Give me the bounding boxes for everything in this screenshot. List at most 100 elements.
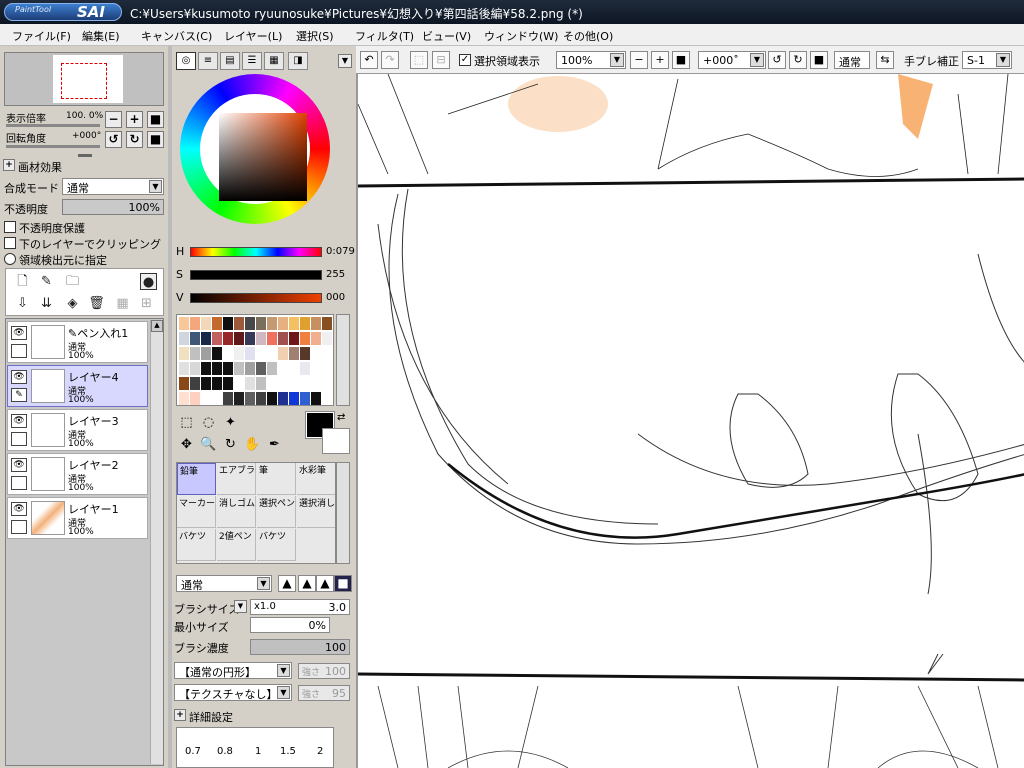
lock-toggle[interactable] bbox=[11, 344, 27, 358]
brush-pencil[interactable]: 鉛筆 bbox=[177, 463, 216, 495]
layer-row[interactable]: 👁 ✎ペン入れ1 通常 100% bbox=[7, 321, 148, 363]
brush-select-eraser[interactable]: 選択消し bbox=[297, 496, 335, 528]
color-swatch[interactable] bbox=[201, 332, 211, 345]
brush-bucket-2[interactable]: バケツ bbox=[257, 529, 296, 561]
new-folder-icon[interactable]: 🗀 bbox=[64, 273, 81, 290]
preset-value[interactable]: 2 bbox=[317, 746, 323, 757]
color-swatch[interactable] bbox=[300, 347, 310, 360]
color-swatch[interactable] bbox=[223, 377, 233, 390]
color-swatch[interactable] bbox=[234, 392, 244, 405]
blend-mode-select[interactable]: 通常 ▼ bbox=[62, 178, 164, 195]
layer-row[interactable]: 👁 レイヤー3 通常 100% bbox=[7, 409, 148, 451]
hand-icon[interactable]: ✋ bbox=[244, 436, 261, 453]
color-swatch[interactable] bbox=[300, 377, 310, 390]
color-swatch[interactable] bbox=[201, 362, 211, 375]
invert-select-icon[interactable]: ⊟ bbox=[432, 51, 450, 69]
color-swatch[interactable] bbox=[267, 362, 277, 375]
brush-bucket[interactable]: バケツ bbox=[177, 529, 216, 561]
brush-size-field[interactable]: x1.0 3.0 bbox=[250, 599, 350, 615]
mixer-tab[interactable]: ☰ bbox=[242, 52, 262, 70]
zoom-slider[interactable] bbox=[6, 124, 100, 127]
color-swatch[interactable] bbox=[278, 347, 288, 360]
color-swatch[interactable] bbox=[256, 317, 266, 330]
eye-icon[interactable]: 👁 bbox=[11, 502, 27, 516]
preset-value[interactable]: 1.5 bbox=[280, 746, 296, 757]
menu-other[interactable]: その他(O) bbox=[563, 28, 613, 44]
color-swatch[interactable] bbox=[201, 392, 211, 405]
color-swatch[interactable] bbox=[311, 362, 321, 375]
selection-visible-checkbox[interactable]: ✓ bbox=[459, 54, 471, 66]
magic-wand-icon[interactable]: ✦ bbox=[222, 414, 239, 431]
color-swatch[interactable] bbox=[256, 362, 266, 375]
value-slider[interactable] bbox=[190, 293, 322, 303]
lasso-icon[interactable]: ◌ bbox=[200, 414, 217, 431]
color-swatch[interactable] bbox=[212, 362, 222, 375]
move-icon[interactable]: ✥ bbox=[178, 436, 195, 453]
color-swatch[interactable] bbox=[234, 362, 244, 375]
color-swatch[interactable] bbox=[311, 332, 321, 345]
rotate-cw-icon[interactable]: ↻ bbox=[789, 51, 807, 69]
protect-opacity-checkbox[interactable] bbox=[4, 221, 16, 233]
color-swatch[interactable] bbox=[256, 392, 266, 405]
color-swatch[interactable] bbox=[289, 347, 299, 360]
color-swatch[interactable] bbox=[267, 392, 277, 405]
hsv-slider-tab[interactable]: ▤ bbox=[220, 52, 240, 70]
color-swatch[interactable] bbox=[190, 332, 200, 345]
color-swatch[interactable] bbox=[212, 317, 222, 330]
navigator-view-rect[interactable] bbox=[61, 63, 107, 99]
zoom-out-button[interactable]: − bbox=[105, 111, 122, 128]
color-swatch[interactable] bbox=[278, 392, 288, 405]
brush-eraser[interactable]: 消しゴム bbox=[217, 496, 256, 528]
zoom-reset-icon[interactable]: ■ bbox=[672, 51, 690, 69]
clear-layer-icon[interactable]: ◈ bbox=[64, 295, 81, 312]
swap-colors-icon[interactable]: ⇄ bbox=[337, 412, 345, 423]
color-swatch[interactable] bbox=[179, 392, 189, 405]
angle-select[interactable]: +000˚ ▼ bbox=[698, 51, 766, 69]
new-layer-icon[interactable]: 🗋 bbox=[14, 273, 31, 290]
brush-binary-pen[interactable]: 2値ペン bbox=[217, 529, 256, 561]
brush-shape-sharp[interactable]: ▲ bbox=[278, 575, 296, 592]
layer-mask-icon[interactable]: ● bbox=[140, 273, 157, 290]
color-swatch[interactable] bbox=[322, 377, 332, 390]
color-swatch[interactable] bbox=[245, 332, 255, 345]
color-swatch[interactable] bbox=[289, 332, 299, 345]
color-swatch[interactable] bbox=[234, 317, 244, 330]
color-swatches[interactable] bbox=[176, 314, 334, 406]
eye-icon[interactable]: 👁 bbox=[11, 326, 27, 340]
brush-shape-soft[interactable]: ▲ bbox=[298, 575, 316, 592]
menu-edit[interactable]: 編集(E) bbox=[82, 28, 120, 44]
rotate-slider[interactable] bbox=[6, 145, 100, 148]
zoom-out-icon[interactable]: − bbox=[630, 51, 648, 69]
redo-icon[interactable]: ↷ bbox=[381, 51, 399, 69]
rotate-left-button[interactable]: ↺ bbox=[105, 131, 122, 148]
eyedropper-icon[interactable]: ✒ bbox=[266, 436, 283, 453]
navigator-preview[interactable] bbox=[4, 52, 164, 106]
color-swatch[interactable] bbox=[201, 347, 211, 360]
select-rect-icon[interactable]: ⬚ bbox=[178, 414, 195, 431]
lock-toggle[interactable] bbox=[11, 520, 27, 534]
opacity-slider[interactable]: 100% bbox=[62, 199, 164, 215]
swatch-scrollbar[interactable] bbox=[336, 314, 350, 406]
color-wheel[interactable] bbox=[180, 74, 330, 224]
color-swatch[interactable] bbox=[190, 377, 200, 390]
detail-expand-icon[interactable]: + bbox=[174, 709, 186, 721]
menu-canvas[interactable]: キャンバス(C) bbox=[141, 28, 212, 44]
zoom-in-icon[interactable]: + bbox=[651, 51, 669, 69]
rotate-right-button[interactable]: ↻ bbox=[126, 131, 143, 148]
rgb-slider-tab[interactable]: ≡ bbox=[198, 52, 218, 70]
color-swatch[interactable] bbox=[234, 347, 244, 360]
color-swatch[interactable] bbox=[223, 392, 233, 405]
zoom-select[interactable]: 100% ▼ bbox=[556, 51, 626, 69]
lock-toggle[interactable] bbox=[11, 432, 27, 446]
scratchpad-tab[interactable]: ◨ bbox=[288, 52, 308, 70]
layer-scrollbar[interactable]: ▲ bbox=[150, 320, 163, 764]
view-mode-button[interactable]: 通常 bbox=[834, 51, 870, 69]
stabilizer-select[interactable]: S-1 ▼ bbox=[962, 51, 1012, 69]
undo-icon[interactable]: ↶ bbox=[360, 51, 378, 69]
panel-grip[interactable] bbox=[78, 154, 92, 157]
brush-scrollbar[interactable] bbox=[336, 462, 350, 564]
color-swatch[interactable] bbox=[278, 317, 288, 330]
color-swatch[interactable] bbox=[190, 317, 200, 330]
scroll-up-icon[interactable]: ▲ bbox=[151, 320, 163, 332]
brush-size-presets[interactable]: 0.7 0.8 1 1.5 2 bbox=[176, 727, 334, 768]
